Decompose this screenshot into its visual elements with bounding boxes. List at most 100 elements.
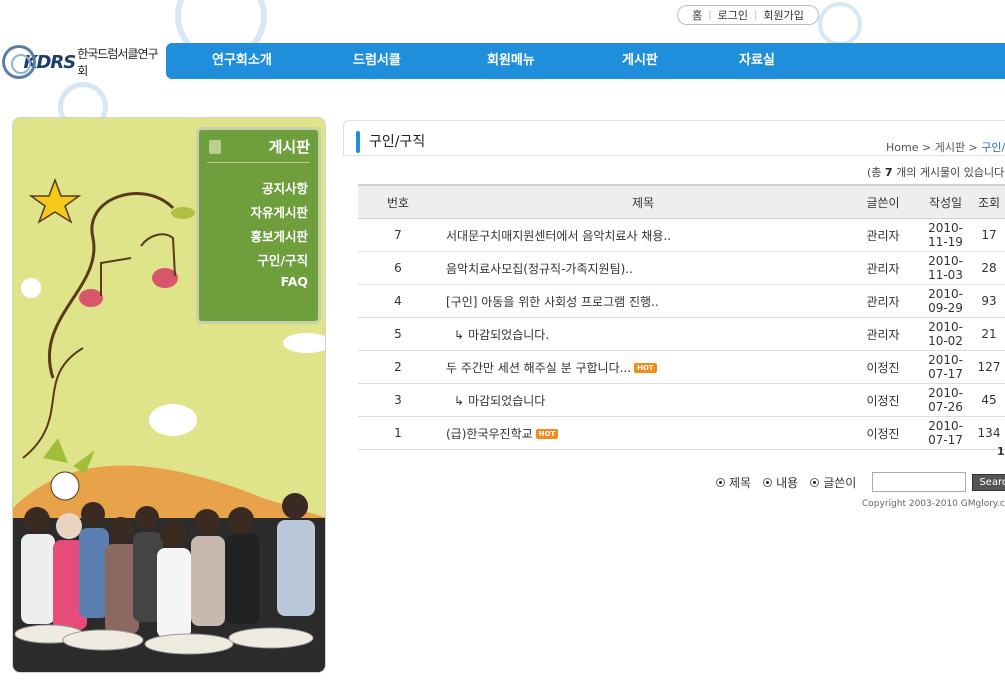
table-row[interactable]: 2두 주간만 세션 해주실 분 구합니다... HOT 이정진 2010-07-17 1… bbox=[358, 350, 1005, 384]
row-no: 4 bbox=[358, 284, 438, 318]
row-title[interactable]: ↳ 마감되었습니다 bbox=[438, 383, 848, 417]
menu-divider bbox=[207, 162, 310, 163]
radio-author[interactable] bbox=[810, 477, 820, 487]
row-author: 이정진 bbox=[848, 350, 918, 384]
flower-icon bbox=[149, 404, 197, 436]
table-row[interactable]: 3 ↳ 마감되었습니다 이정진 2010-07-26 45 bbox=[358, 383, 1005, 417]
row-date: 2010-09-29 bbox=[918, 284, 973, 318]
login-link[interactable]: 로그인 bbox=[718, 7, 748, 23]
row-date: 2010-11-19 bbox=[918, 218, 973, 252]
site-logo[interactable]: KDRS 한국드럼서클연구회 bbox=[2, 42, 166, 82]
star-icon bbox=[28, 177, 82, 224]
table-row[interactable]: 4 [구인] 아동을 위한 사회성 프로그램 진행.. 관리자 2010-09-29 9… bbox=[358, 284, 1005, 318]
post-count-value: 7 bbox=[884, 166, 893, 179]
table-row[interactable]: 5 ↳ 마감되었습니다. 관리자 2010-10-02 21 bbox=[358, 317, 1005, 351]
radio-author-label: 글쓴이 bbox=[823, 475, 857, 490]
table-header-row: 번호 제목 글쓴이 작성일 조회 bbox=[358, 184, 1005, 219]
post-title-link[interactable]: [구인] 아동을 위한 사회성 프로그램 진행.. bbox=[446, 295, 659, 309]
search-button[interactable]: Search bbox=[972, 473, 1005, 491]
row-author: 이정진 bbox=[848, 383, 918, 417]
row-no: 5 bbox=[358, 317, 438, 351]
post-title-link[interactable]: 두 주간만 세션 해주실 분 구합니다... bbox=[446, 361, 631, 375]
music-note-icon bbox=[79, 289, 103, 307]
menu-item-faq[interactable]: FAQ bbox=[281, 274, 308, 289]
row-author: 관리자 bbox=[848, 284, 918, 318]
post-count-suffix: 개의 게시물이 있습니다 bbox=[896, 166, 1005, 179]
row-title[interactable]: ↳ 마감되었습니다. bbox=[438, 317, 848, 351]
page-number[interactable]: 1 bbox=[997, 445, 1005, 458]
post-title-link[interactable]: 마감되었습니다 bbox=[468, 394, 545, 408]
col-header-author: 글쓴이 bbox=[848, 184, 918, 219]
nav-board[interactable]: 게시판 bbox=[622, 43, 658, 79]
row-author: 관리자 bbox=[848, 317, 918, 351]
row-views: 17 bbox=[973, 218, 1005, 252]
hot-badge: HOT bbox=[535, 429, 559, 439]
copyright: Copyright 2003-2010 GMglory.com bbox=[862, 499, 1005, 509]
radio-title-label: 제목 bbox=[729, 475, 752, 490]
breadcrumb-sep: > bbox=[968, 141, 978, 154]
menu-item-jobs[interactable]: 구인/구직 bbox=[257, 250, 308, 269]
row-views: 28 bbox=[973, 251, 1005, 285]
radio-content[interactable] bbox=[763, 477, 773, 487]
breadcrumb-current: 구인/구직 bbox=[981, 141, 1005, 154]
row-views: 45 bbox=[973, 383, 1005, 417]
row-no: 3 bbox=[358, 383, 438, 417]
decor-ring-topright bbox=[818, 2, 862, 46]
search-bar: 제목 내용 글쓴이 Search bbox=[716, 472, 1005, 492]
page-title: 구인/구직 bbox=[369, 134, 426, 150]
board-icon bbox=[209, 140, 221, 154]
signup-link[interactable]: 회원가입 bbox=[763, 7, 803, 23]
board-table: 번호 제목 글쓴이 작성일 조회 7 서대문구치매지원센터에서 음악치료사 채용.… bbox=[358, 184, 1005, 450]
row-date: 2010-07-26 bbox=[918, 383, 973, 417]
nav-about[interactable]: 연구회소개 bbox=[212, 43, 272, 79]
main-nav: 연구회소개 드럼서클 회원메뉴 게시판 자료실 bbox=[166, 43, 1005, 79]
row-author: 이정진 bbox=[848, 416, 918, 450]
radio-content-label: 내용 bbox=[776, 475, 799, 490]
row-no: 1 bbox=[358, 416, 438, 450]
row-views: 127 bbox=[973, 350, 1005, 384]
row-date: 2010-10-02 bbox=[918, 317, 973, 351]
top-links: 홈 | 로그인 | 회원가입 bbox=[677, 5, 819, 25]
board-menu-title: 게시판 bbox=[268, 138, 310, 156]
nav-drumcircle[interactable]: 드럼서클 bbox=[353, 43, 401, 79]
table-row[interactable]: 1 (급)한국우진학교 HOT 이정진 2010-07-17 134 bbox=[358, 416, 1005, 450]
nav-member[interactable]: 회원메뉴 bbox=[487, 43, 535, 79]
board-menu: 게시판 공지사항 자유게시판 홍보게시판 구인/구직 FAQ bbox=[196, 127, 321, 324]
menu-item-notice[interactable]: 공지사항 bbox=[262, 178, 308, 197]
row-title[interactable]: (급)한국우진학교 HOT bbox=[438, 416, 848, 450]
row-author: 관리자 bbox=[848, 251, 918, 285]
row-views: 21 bbox=[973, 317, 1005, 351]
menu-item-free-board[interactable]: 자유게시판 bbox=[250, 202, 308, 221]
row-date: 2010-11-03 bbox=[918, 251, 973, 285]
post-title-link[interactable]: 음악치료사모집(정규직-가족지원팀).. bbox=[446, 262, 633, 276]
table-row[interactable]: 7 서대문구치매지원센터에서 음악치료사 채용.. 관리자 2010-11-19 17 bbox=[358, 218, 1005, 252]
table-row[interactable]: 6 음악치료사모집(정규직-가족지원팀).. 관리자 2010-11-03 28 bbox=[358, 251, 1005, 285]
row-views: 93 bbox=[973, 284, 1005, 318]
post-title-link[interactable]: 마감되었습니다. bbox=[468, 328, 549, 342]
nav-library[interactable]: 자료실 bbox=[739, 43, 775, 79]
menu-item-promo-board[interactable]: 홍보게시판 bbox=[250, 226, 308, 245]
col-header-title: 제목 bbox=[438, 184, 848, 219]
row-title[interactable]: 서대문구치매지원센터에서 음악치료사 채용.. bbox=[438, 218, 848, 252]
reply-arrow-icon: ↳ bbox=[454, 327, 465, 342]
separator: | bbox=[708, 9, 712, 21]
row-title[interactable]: 음악치료사모집(정규직-가족지원팀).. bbox=[438, 251, 848, 285]
breadcrumb-home[interactable]: Home bbox=[886, 141, 918, 154]
post-title-link[interactable]: 서대문구치매지원센터에서 음악치료사 채용.. bbox=[446, 229, 671, 243]
post-title-link[interactable]: (급)한국우진학교 bbox=[446, 427, 533, 441]
row-no: 7 bbox=[358, 218, 438, 252]
radio-title[interactable] bbox=[716, 477, 725, 487]
breadcrumb-board[interactable]: 게시판 bbox=[935, 141, 965, 154]
search-input[interactable] bbox=[872, 472, 967, 492]
breadcrumb: Home > 게시판 > 구인/구직 bbox=[886, 139, 1005, 155]
row-date: 2010-07-17 bbox=[918, 416, 973, 450]
hot-badge: HOT bbox=[634, 363, 657, 373]
breadcrumb-sep: > bbox=[921, 141, 932, 154]
row-title[interactable]: [구인] 아동을 위한 사회성 프로그램 진행.. bbox=[438, 284, 848, 318]
post-count: (총 7 개의 게시물이 있습니다 bbox=[867, 164, 1004, 180]
separator: | bbox=[754, 9, 758, 21]
logo-name: 한국드럼서클연구회 bbox=[77, 47, 158, 78]
home-link[interactable]: 홈 bbox=[692, 7, 702, 23]
logo-circle-icon bbox=[2, 45, 36, 79]
row-title[interactable]: 두 주간만 세션 해주실 분 구합니다... HOT bbox=[438, 350, 848, 384]
